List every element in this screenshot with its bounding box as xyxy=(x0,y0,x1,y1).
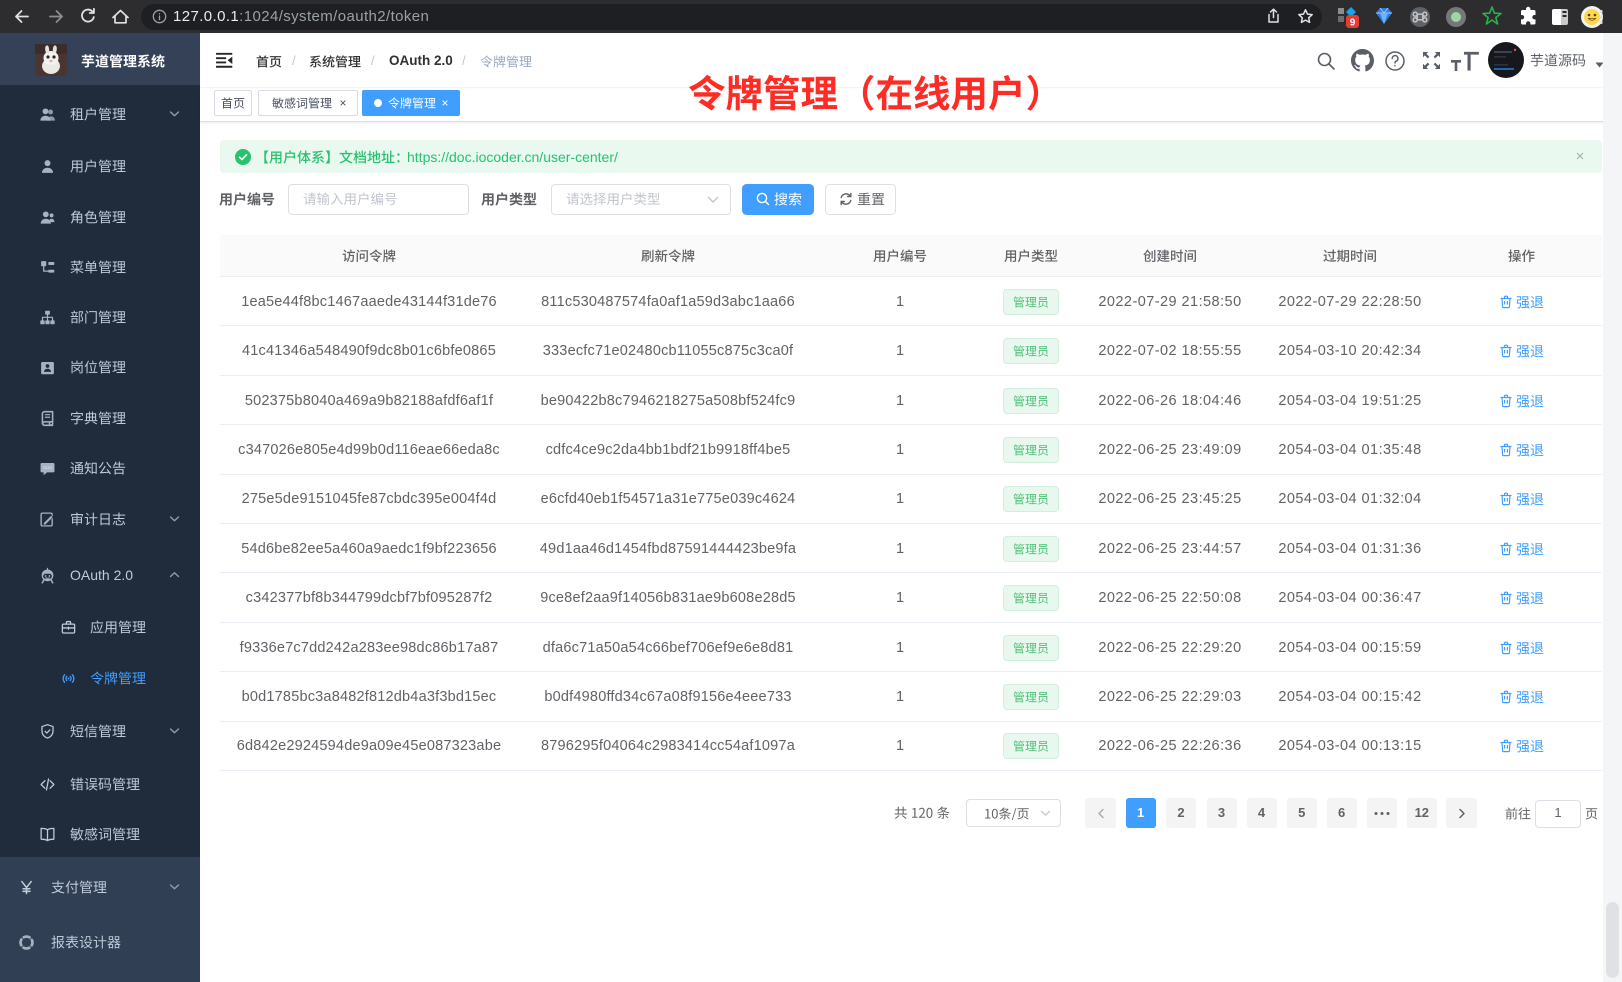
svg-text:9: 9 xyxy=(1350,18,1356,29)
